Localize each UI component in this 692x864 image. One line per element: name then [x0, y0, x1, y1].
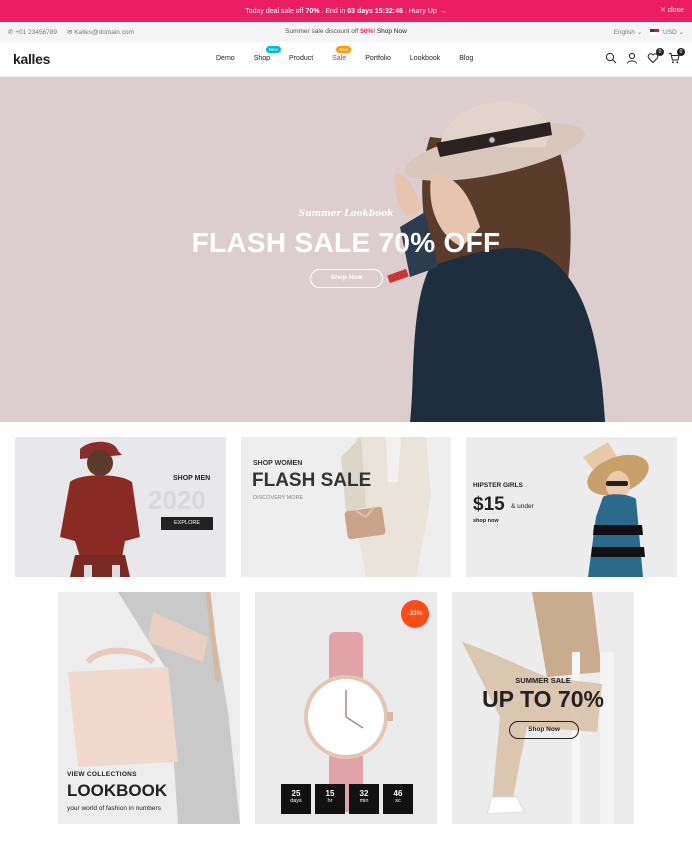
countdown-unit: min — [359, 798, 369, 804]
nav-label: Portfolio — [365, 55, 391, 62]
nav-item-lookbook[interactable]: Lookbook — [410, 55, 440, 62]
nav-item-blog[interactable]: Blog — [459, 55, 473, 62]
nav-label: Blog — [459, 55, 474, 62]
countdown-minutes: 32 min — [349, 784, 379, 814]
nav-label: Demo — [216, 55, 235, 62]
user-icon[interactable] — [626, 51, 638, 64]
countdown-unit: days — [290, 798, 302, 804]
women-model-image — [341, 437, 431, 577]
currency-selector[interactable]: USD ⌄ — [650, 28, 684, 36]
explore-button[interactable]: EXPLORE — [161, 517, 213, 530]
countdown-number: 25 — [291, 789, 301, 798]
heart-icon[interactable]: 0 — [647, 48, 664, 64]
discount-badge: -33% — [401, 600, 429, 628]
countdown-days: 25 days — [281, 784, 311, 814]
summer-sale-notice: Summer sale discount off 50%! Shop Now — [0, 28, 692, 35]
banner-hipster-girls[interactable]: HIPSTER GIRLS $15 & under shop now — [466, 437, 677, 577]
countdown-unit: hr — [327, 798, 333, 804]
cart-icon[interactable]: 0 — [668, 48, 685, 64]
wishlist-count: 0 — [656, 48, 664, 56]
promo-text: Today deal sale off — [245, 7, 304, 15]
language-selector[interactable]: English ⌄ — [614, 28, 643, 36]
new-badge: New — [265, 46, 281, 53]
nav-item-shop[interactable]: Shop New — [253, 46, 281, 62]
promo-countdown: 03 days 15:32:46 — [347, 7, 403, 15]
info-bar: ✆ +01 23456789 ✉ Kalles@domain.com Summe… — [0, 22, 692, 42]
promo-text-mid: . End in — [321, 7, 346, 15]
nav-item-demo[interactable]: Demo — [216, 55, 235, 62]
banner-men-label: SHOP MEN — [173, 475, 211, 482]
promo-bar: Today deal sale off 70% . End in 03 days… — [0, 0, 692, 22]
summer-sale-percent: 50% — [360, 28, 374, 35]
countdown-number: 46 — [393, 789, 403, 798]
arrow-right-icon[interactable]: → — [440, 8, 447, 15]
banner-hipster-label: HIPSTER GIRLS — [473, 482, 523, 489]
banner-women-title: FLASH SALE — [252, 470, 372, 491]
language-label: English — [613, 29, 635, 36]
banner-hipster-shop-link[interactable]: shop now — [473, 518, 499, 524]
countdown-number: 32 — [359, 789, 369, 798]
currency-label: USD — [663, 29, 677, 36]
banner-lookbook[interactable]: VIEW COLLECTIONS LOOKBOOK your world of … — [58, 592, 240, 824]
main-nav: Demo Shop New Product Sale Sale Portfolio … — [216, 46, 492, 62]
us-flag-icon — [650, 29, 660, 36]
hipster-model-image — [583, 442, 649, 577]
nav-label: Lookbook — [409, 55, 441, 62]
banner-watch[interactable]: -33% 25 days 15 hr 32 min 46 sc — [255, 592, 437, 824]
countdown-seconds: 46 sc — [383, 784, 413, 814]
promo-close-button[interactable]: ✕ close — [660, 6, 684, 14]
summer-sale-label: SUMMER SALE — [515, 676, 571, 685]
summer-shop-now-button[interactable]: Shop Now — [509, 721, 579, 739]
chevron-down-icon: ⌄ — [678, 29, 684, 36]
banner-men-year: 2020 — [148, 485, 206, 515]
promo-percent: 70% — [305, 7, 320, 15]
nav-item-portfolio[interactable]: Portfolio — [365, 55, 391, 62]
nav-label: Product — [289, 55, 314, 62]
nav-label: Sale — [332, 55, 347, 62]
search-icon[interactable] — [605, 51, 617, 64]
summer-sale-text: Summer sale discount off — [285, 28, 359, 35]
lookbook-label: VIEW COLLECTIONS — [67, 771, 137, 778]
nav-item-sale[interactable]: Sale Sale — [332, 46, 352, 62]
promo-hurry: . Hurry Up — [404, 7, 437, 15]
banner-hipster-under: & under — [511, 503, 534, 510]
countdown-unit: sc — [395, 798, 401, 804]
banner-shop-men[interactable]: 2020 SHOP MEN EXPLORE — [15, 437, 226, 577]
banner-shop-women[interactable]: SHOP WOMEN FLASH SALE DISCOVERY MORE — [241, 437, 451, 577]
sale-badge: Sale — [336, 46, 352, 53]
lookbook-title: LOOKBOOK — [67, 781, 168, 800]
banner-summer-sale[interactable]: SUMMER SALE UP TO 70% Shop Now — [452, 592, 634, 824]
site-header: kalles Demo Shop New Product Sale Sale Por… — [0, 42, 692, 77]
banner-women-label: SHOP WOMEN — [253, 460, 303, 467]
countdown-hours: 15 hr — [315, 784, 345, 814]
banner-women-discovery: DISCOVERY MORE — [253, 495, 304, 501]
chevron-down-icon: ⌄ — [636, 29, 643, 36]
nav-label: Shop — [253, 55, 271, 62]
site-logo[interactable]: kalles — [13, 51, 50, 67]
hero-subtitle: Summer Lookbook — [298, 209, 394, 219]
cart-count: 0 — [677, 48, 685, 56]
watch-countdown: 25 days 15 hr 32 min 46 sc — [281, 784, 413, 814]
hero-banner: Summer Lookbook FLASH SALE 70% OFF Shop … — [0, 77, 692, 422]
banner-hipster-price: $15 — [473, 494, 505, 515]
hero-shop-now-button[interactable]: Shop Now — [310, 269, 383, 288]
summer-sale-title: UP TO 70% — [482, 686, 604, 712]
lookbook-subtitle: your world of fashion in numbers — [67, 805, 161, 812]
countdown-number: 15 — [325, 789, 335, 798]
summer-shop-now-link[interactable]: ! Shop Now — [373, 28, 407, 35]
hero-title: FLASH SALE 70% OFF — [191, 227, 501, 258]
nav-item-product[interactable]: Product — [289, 55, 313, 62]
